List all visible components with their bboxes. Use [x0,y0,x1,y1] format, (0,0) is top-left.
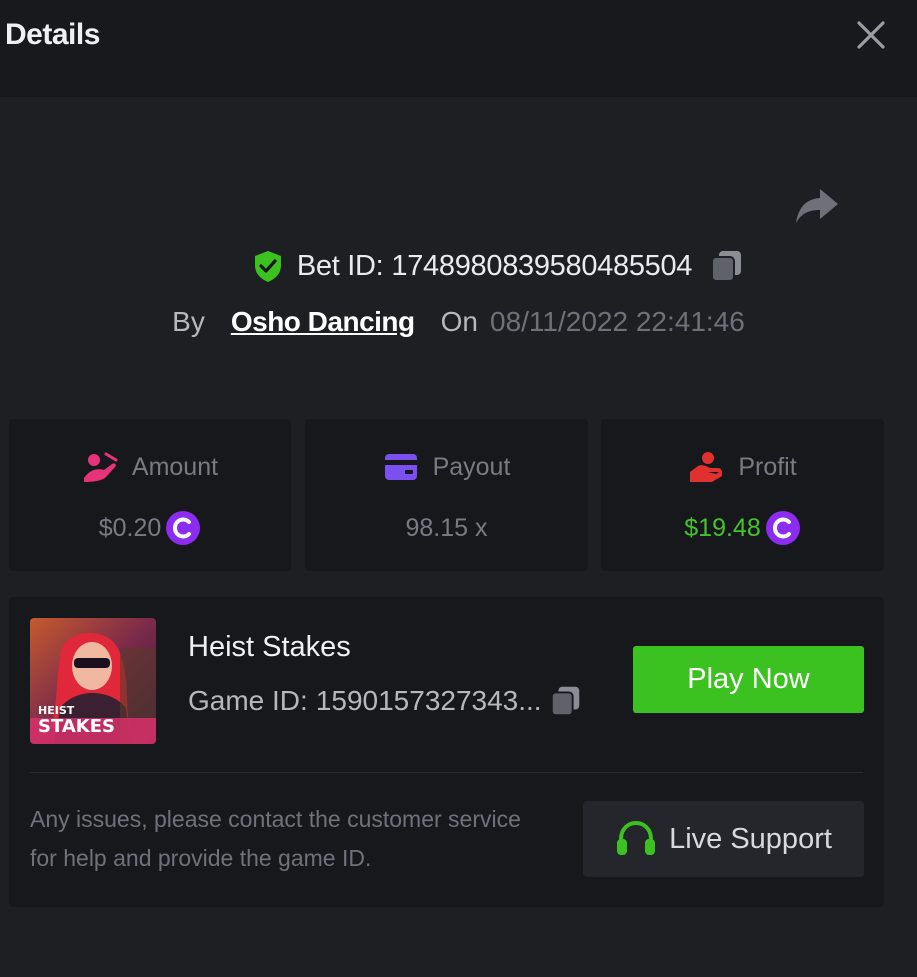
profit-value: $19.48 [684,513,761,542]
close-button[interactable] [848,14,894,56]
bet-details-modal: Details Bet ID: 1748980839580485504 By O… [0,0,917,977]
amount-value-row: $0.20 [9,508,291,548]
coin-icon [166,511,201,545]
payout-card: Payout 98.15 x [305,419,588,571]
by-label: By [172,306,205,337]
thumbnail-title-line2: STAKES [38,716,115,737]
shield-check-icon [254,251,281,282]
profit-hand-icon [690,452,723,482]
heist-stakes-thumbnail: HEIST STAKES [30,618,156,744]
wallet-card-icon [384,454,417,480]
copy-icon[interactable] [548,683,584,719]
payout-label: Payout [432,452,511,481]
payout-header: Payout [305,449,588,485]
game-id-row: Game ID: 1590157327343... [188,683,584,719]
play-now-button[interactable]: Play Now [633,646,864,713]
modal-header: Details [0,0,917,97]
amount-card: Amount $0.20 [9,419,291,571]
amount-label: Amount [131,452,219,481]
bet-meta-row: By Osho Dancing On 08/11/2022 22:41:46 [0,300,917,344]
coin-icon [765,511,800,545]
bet-id-row: Bet ID: 1748980839580485504 [0,243,917,289]
game-name: Heist Stakes [188,631,351,663]
game-card: HEIST STAKES Heist Stakes Game ID: 15901… [9,597,884,907]
bet-date: 08/11/2022 22:41:46 [490,306,745,337]
copy-icon[interactable] [708,247,746,285]
bet-amount-icon [83,452,118,482]
headset-icon [617,820,656,855]
game-id-value: 1590157327343... [315,685,542,716]
bet-id-value: 1748980839580485504 [391,249,693,282]
share-button[interactable] [792,184,842,228]
live-support-label: Live Support [669,822,832,855]
profit-card: Profit $19.48 [601,419,884,571]
profit-header: Profit [601,449,884,485]
amount-value: $0.20 [98,513,162,542]
help-text: Any issues, please contact the customer … [30,806,521,871]
game-thumbnail[interactable]: HEIST STAKES [30,618,156,744]
modal-title: Details [5,18,100,51]
on-label: On [440,306,478,337]
divider [30,772,863,773]
bet-id-label: Bet ID: [296,249,384,282]
game-id-label: Game ID: [188,685,308,716]
payout-value-row: 98.15 x [305,508,588,548]
profit-value-row: $19.48 [601,508,884,548]
amount-header: Amount [9,449,291,485]
close-icon [857,21,885,49]
profit-label: Profit [738,452,797,481]
user-link[interactable]: Osho Dancing [231,306,415,338]
payout-value: 98.15 x [405,513,488,542]
live-support-button[interactable]: Live Support [583,801,864,877]
share-icon [796,189,838,223]
